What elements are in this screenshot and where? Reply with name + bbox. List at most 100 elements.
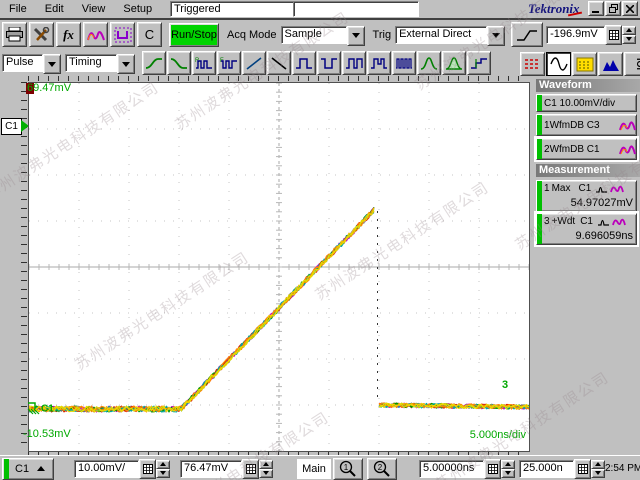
burst-button[interactable] (392, 51, 416, 75)
setup-hold-button[interactable] (467, 51, 491, 75)
pulse-pos-button[interactable] (292, 51, 316, 75)
rise-smooth-icon (145, 56, 163, 71)
keypad-icon[interactable] (242, 459, 259, 479)
pulse-neg-icon (320, 56, 338, 71)
wfmdb2-button[interactable]: 2WfmDB C1 (536, 138, 637, 160)
wfmdb1-button[interactable]: 1WfmDB C3 (536, 114, 637, 136)
vertical-scale-stepper[interactable] (156, 460, 170, 478)
trigger-slope-button[interactable] (511, 22, 543, 47)
fall-smooth-icon (170, 56, 188, 71)
waveform-display-button[interactable] (83, 22, 108, 47)
waveform-plot (29, 83, 529, 451)
clock-readout: 2:54 PM 1/10/19 (605, 463, 640, 474)
main-toolbar: fx C Run/Stop Acq Mode Sample Trig Exter… (0, 20, 640, 49)
glitch-pos-button[interactable]: R (192, 51, 216, 75)
horizontal-scale-field[interactable]: 5.00000ns (419, 460, 484, 478)
measurement1-button[interactable]: 1Max C1 54.97027mV (536, 180, 637, 212)
wfmdb-waveform-icon (610, 184, 624, 194)
math-fx-button[interactable]: fx (56, 22, 81, 47)
restore-icon (609, 4, 618, 13)
c-icon: C (145, 27, 154, 42)
vertical-scale-field[interactable]: 10.00mV/ (74, 460, 139, 478)
histogram-display-button[interactable] (598, 52, 623, 76)
menu-edit[interactable]: Edit (36, 1, 73, 17)
measurement2-button[interactable]: 3+Wdt C1 9.696059ns (536, 213, 637, 245)
acq-mode-select[interactable]: Sample (281, 26, 365, 44)
right-panel: Waveform C1 10.00mV/div 1WfmDB C3 2WfmDB… (533, 76, 640, 455)
edge-rise-smooth-button[interactable] (142, 51, 166, 75)
menu-setup[interactable]: Setup (114, 1, 161, 17)
keypad-icon[interactable] (574, 459, 591, 479)
active-strip (4, 459, 9, 479)
pulse-u-button[interactable] (110, 22, 135, 47)
chevron-down-icon[interactable] (43, 54, 61, 74)
main-timebase-button[interactable]: Main (297, 459, 331, 479)
trigger-type-toolbar: Pulse Timing R F (0, 50, 640, 76)
graticule[interactable]: 69.47mV -10.53mV 5.000ns/div 3 C1 (28, 82, 530, 452)
peak2-button[interactable] (442, 51, 466, 75)
keypad-icon[interactable] (605, 25, 622, 45)
cursor-c-button[interactable]: C (137, 22, 162, 47)
vertical-position-stepper[interactable] (259, 460, 273, 478)
runt-pulse-button[interactable] (367, 51, 391, 75)
trigger-status-field: Triggered (170, 1, 294, 17)
trigger-subclass-select[interactable]: Timing (65, 54, 135, 72)
acq-mode-value: Sample (281, 26, 347, 44)
resolution-stepper[interactable] (591, 460, 605, 478)
runt-pulse-icon (370, 56, 388, 71)
chevron-down-icon[interactable] (487, 26, 505, 46)
horizontal-scale-stepper[interactable] (501, 460, 515, 478)
tools-button[interactable] (29, 22, 54, 47)
bottom-voltage-readout: -10.53mV (23, 428, 71, 440)
channel-selector-button[interactable]: C1 (2, 458, 54, 480)
xy-display-button[interactable]: IOI (624, 52, 640, 76)
resolution-field[interactable]: 25.000n (519, 460, 574, 478)
channel-scale-button[interactable]: C1 10.00mV/div (536, 94, 637, 112)
glitch-neg-icon: F (220, 56, 238, 71)
slope-fall-button[interactable] (267, 51, 291, 75)
vector-display-button[interactable] (546, 52, 571, 76)
purple-pulse-icon (114, 27, 132, 43)
trigger-source-select[interactable]: External Direct (395, 26, 505, 44)
chevron-down-icon[interactable] (347, 26, 365, 46)
menu-view[interactable]: View (73, 1, 115, 17)
menu-file[interactable]: File (0, 1, 36, 17)
edge-fall-smooth-button[interactable] (167, 51, 191, 75)
chevron-down-icon[interactable] (117, 54, 135, 74)
tools-icon (33, 27, 50, 43)
glitch-neg-button[interactable]: F (217, 51, 241, 75)
zoom1-button[interactable]: 1 (333, 458, 363, 480)
minimize-icon (592, 5, 600, 13)
intensified-display-button[interactable] (572, 52, 597, 76)
step-up-icon[interactable] (622, 26, 636, 35)
fall-line-icon (270, 56, 288, 71)
close-button[interactable] (622, 1, 638, 16)
window-peak-button[interactable] (417, 51, 441, 75)
red-dashes-icon (524, 57, 541, 71)
persistence-display-button[interactable] (520, 52, 545, 76)
pulse-width-button[interactable] (342, 51, 366, 75)
pulse-pos-icon (295, 56, 313, 71)
close-icon (626, 5, 634, 13)
run-stop-button[interactable]: Run/Stop (169, 23, 219, 47)
vertical-position-control: 76.47mV (180, 459, 273, 479)
keypad-icon[interactable] (139, 459, 156, 479)
trigger-class-value: Pulse (2, 54, 43, 72)
trigger-level-field[interactable]: -196.9mV (546, 26, 605, 44)
keypad-icon[interactable] (484, 459, 501, 479)
vertical-position-field[interactable]: 76.47mV (180, 460, 242, 478)
trigger-class-select[interactable]: Pulse (2, 54, 61, 72)
minimize-button[interactable] (588, 1, 604, 16)
trigger-level-stepper[interactable] (622, 26, 636, 44)
peak-icon (420, 56, 438, 71)
restore-button[interactable] (605, 1, 621, 16)
zoom2-button[interactable]: 2 (367, 458, 397, 480)
print-button[interactable] (2, 22, 27, 47)
pulse-neg-button[interactable] (317, 51, 341, 75)
slope-rise-button[interactable] (242, 51, 266, 75)
timebase-readout: 5.000ns/div (470, 429, 526, 441)
channel1-reference-label[interactable]: C1 (1, 118, 22, 135)
step-down-icon[interactable] (622, 35, 636, 44)
rising-edge-icon (516, 28, 538, 42)
rotated-text-icon: IOI (630, 55, 640, 73)
